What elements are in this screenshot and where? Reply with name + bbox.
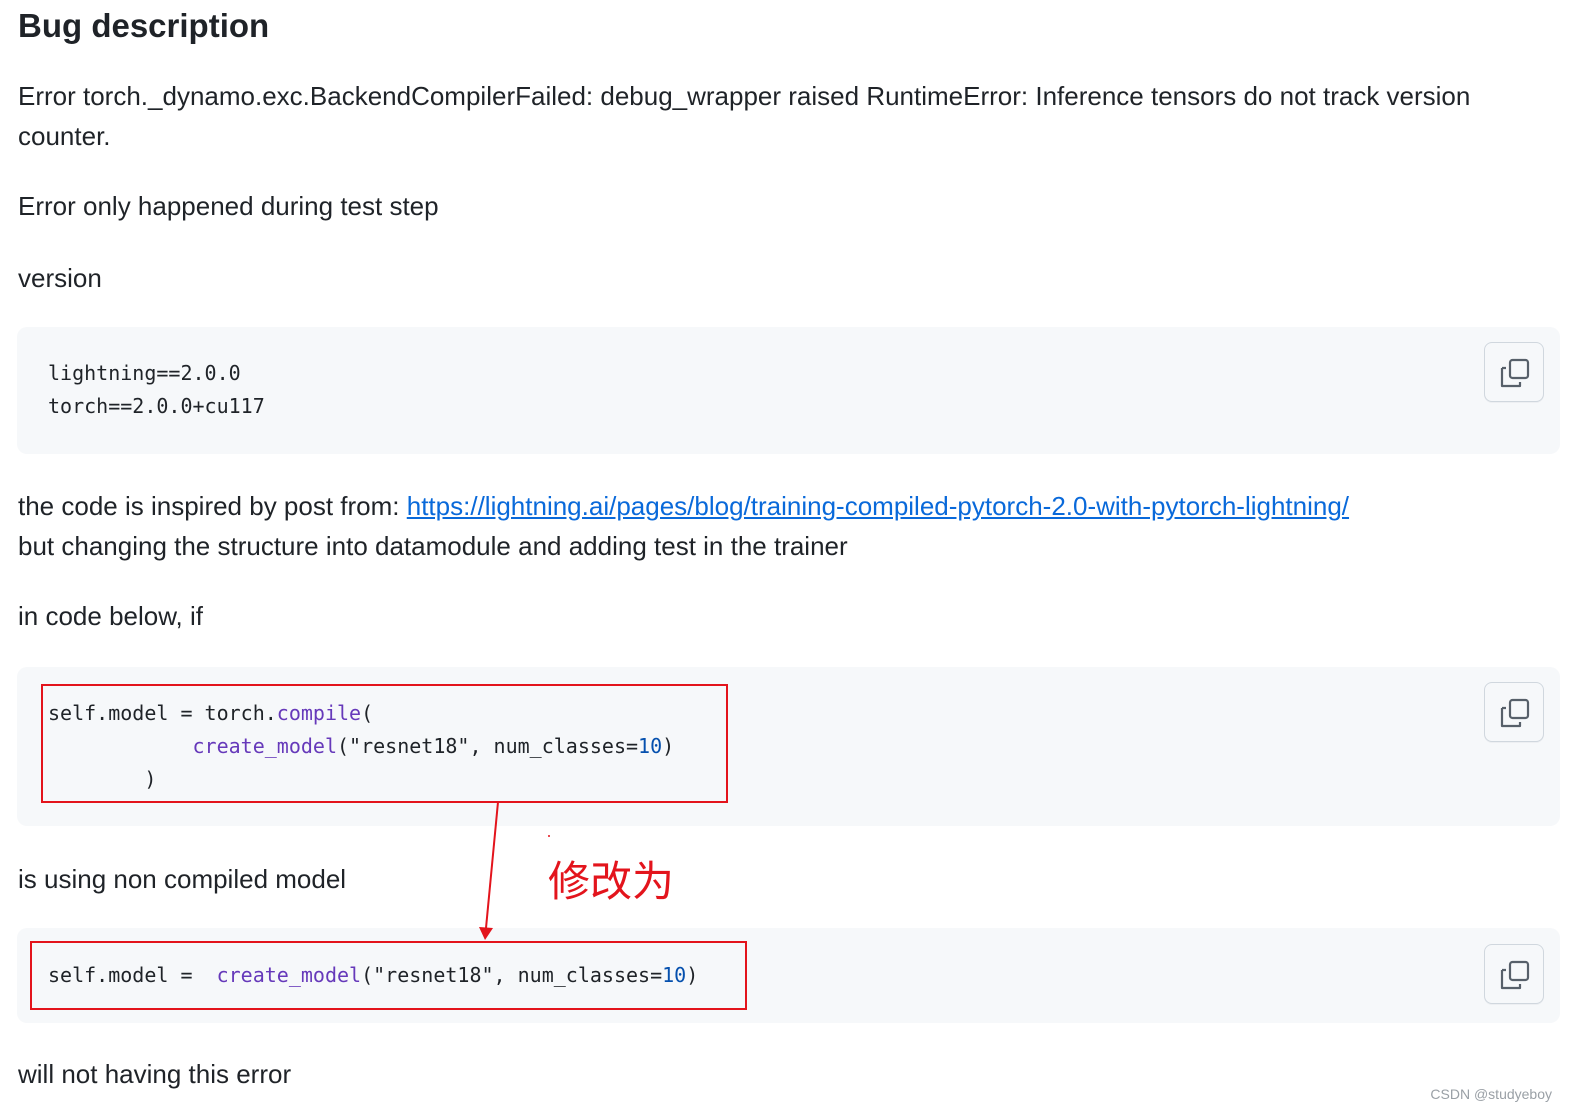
watermark: CSDN @studyeboy — [1430, 1086, 1552, 1102]
no-error-paragraph: will not having this error — [18, 1059, 292, 1089]
annotation-arrow — [479, 801, 550, 940]
